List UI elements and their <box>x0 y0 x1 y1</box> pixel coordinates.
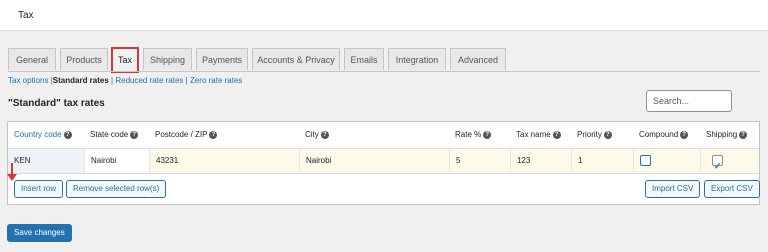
insert-row-button[interactable]: Insert row <box>14 180 64 198</box>
tab-tax[interactable]: Tax <box>111 47 139 73</box>
header-state-code: State code? <box>84 122 149 148</box>
header-label: City <box>305 130 319 139</box>
header-label: Priority <box>577 130 602 139</box>
tab-advanced[interactable]: Advanced <box>450 48 506 70</box>
import-csv-button[interactable]: Import CSV <box>645 180 701 198</box>
subnav-standard-rates[interactable]: Standard rates <box>53 76 109 85</box>
header-label: Compound <box>639 130 679 139</box>
subnav-zero-rates[interactable]: Zero rate rates <box>190 76 242 85</box>
help-icon[interactable]: ? <box>552 130 561 139</box>
help-icon[interactable]: ? <box>63 130 72 139</box>
header-label: Rate % <box>455 130 482 139</box>
red-arrow-annotation <box>7 163 17 181</box>
cell-city[interactable]: Nairobi <box>299 149 449 173</box>
remove-rows-button[interactable]: Remove selected row(s) <box>66 180 167 198</box>
cell-compound <box>633 149 700 173</box>
compound-checkbox[interactable] <box>640 155 651 166</box>
export-csv-button[interactable]: Export CSV <box>704 180 760 198</box>
help-icon[interactable]: ? <box>739 130 748 139</box>
header-postcode: Postcode / ZIP? <box>149 122 299 148</box>
page-title: Tax <box>18 10 34 21</box>
help-icon[interactable]: ? <box>603 130 612 139</box>
rates-section-title: "Standard" tax rates <box>8 98 105 109</box>
tab-emails[interactable]: Emails <box>344 48 384 70</box>
shipping-checkbox[interactable] <box>712 154 723 178</box>
cell-rate[interactable]: 5 <box>449 149 510 173</box>
header-label: State code <box>90 130 129 139</box>
save-changes-button[interactable]: Save changes <box>7 224 72 242</box>
header-shipping: Shipping? <box>700 122 759 148</box>
tax-rates-table: Country code? State code? Postcode / ZIP… <box>7 121 760 205</box>
header-compound: Compound? <box>633 122 700 148</box>
header-tax-name: Tax name? <box>510 122 571 148</box>
table-row[interactable]: KEN Nairobi 43231 Nairobi 5 123 1 <box>8 148 759 178</box>
tab-products[interactable]: Products <box>60 48 108 70</box>
header-rate: Rate %? <box>449 122 510 148</box>
tax-subnav: Tax options |Standard rates | Reduced ra… <box>8 76 242 85</box>
cell-priority[interactable]: 1 <box>571 149 633 173</box>
tab-accounts-privacy[interactable]: Accounts & Privacy <box>252 48 340 70</box>
header-label: Country code <box>14 130 62 139</box>
cell-postcode[interactable]: 43231 <box>149 149 299 173</box>
tab-integration[interactable]: Integration <box>388 48 446 70</box>
search-input[interactable] <box>646 90 732 112</box>
tabs-divider <box>8 71 760 72</box>
header-label: Shipping <box>706 130 738 139</box>
subnav-reduced-rates[interactable]: Reduced rate rates <box>115 76 183 85</box>
help-icon[interactable]: ? <box>483 130 492 139</box>
subnav-tax-options[interactable]: Tax options <box>8 76 48 85</box>
help-icon[interactable]: ? <box>320 130 329 139</box>
header-label: Tax name <box>516 130 551 139</box>
subnav-separator: | <box>111 76 114 85</box>
top-header-bar: Tax <box>0 0 768 31</box>
header-priority: Priority? <box>571 122 633 148</box>
cell-country[interactable]: KEN <box>8 149 84 173</box>
tab-general[interactable]: General <box>8 48 56 70</box>
tab-payments[interactable]: Payments <box>196 48 248 70</box>
tab-shipping[interactable]: Shipping <box>143 48 192 70</box>
cell-shipping <box>700 149 759 178</box>
help-icon[interactable]: ? <box>209 130 218 139</box>
header-label: Postcode / ZIP <box>155 130 208 139</box>
header-city: City? <box>299 122 449 148</box>
cell-tax-name[interactable]: 123 <box>510 149 571 173</box>
header-country-code: Country code? <box>8 122 84 148</box>
subnav-separator: | <box>185 76 188 85</box>
help-icon[interactable]: ? <box>130 130 139 139</box>
tab-tax-label: Tax <box>117 55 132 65</box>
cell-state[interactable]: Nairobi <box>84 149 149 173</box>
help-icon[interactable]: ? <box>680 130 689 139</box>
